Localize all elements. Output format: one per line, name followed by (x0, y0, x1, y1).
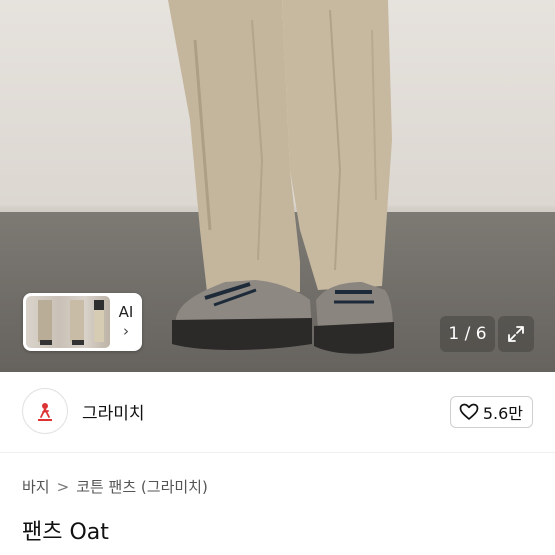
chevron-right-icon: › (123, 322, 129, 340)
like-button[interactable]: 5.6만 (449, 396, 533, 428)
breadcrumb: 바지 > 코튼 팬츠 (그라미치) (22, 476, 208, 497)
like-count: 5.6만 (482, 404, 523, 423)
thumbnail-image (26, 296, 110, 348)
gramicci-logo-icon (38, 403, 52, 421)
product-image[interactable]: AI › 1 / 6 (0, 0, 555, 372)
expand-button[interactable] (498, 316, 534, 352)
heart-outline-icon (459, 403, 479, 420)
image-counter: 1 / 6 (440, 316, 495, 352)
expand-arrows-icon (508, 326, 524, 342)
ai-thumbnail-button[interactable]: AI › (23, 293, 142, 351)
breadcrumb-subcategory[interactable]: 코튼 팬츠 (그라미치) (76, 476, 208, 497)
ai-badge-label: AI (118, 302, 134, 321)
section-divider (0, 452, 555, 453)
seller-row[interactable]: 그라미치 5.6만 (22, 386, 533, 436)
breadcrumb-separator-icon: > (56, 477, 70, 496)
seller-name[interactable]: 그라미치 (82, 399, 145, 424)
product-title: 팬츠 Oat (22, 520, 109, 545)
seller-avatar[interactable] (22, 388, 68, 434)
breadcrumb-category[interactable]: 바지 (22, 476, 50, 497)
